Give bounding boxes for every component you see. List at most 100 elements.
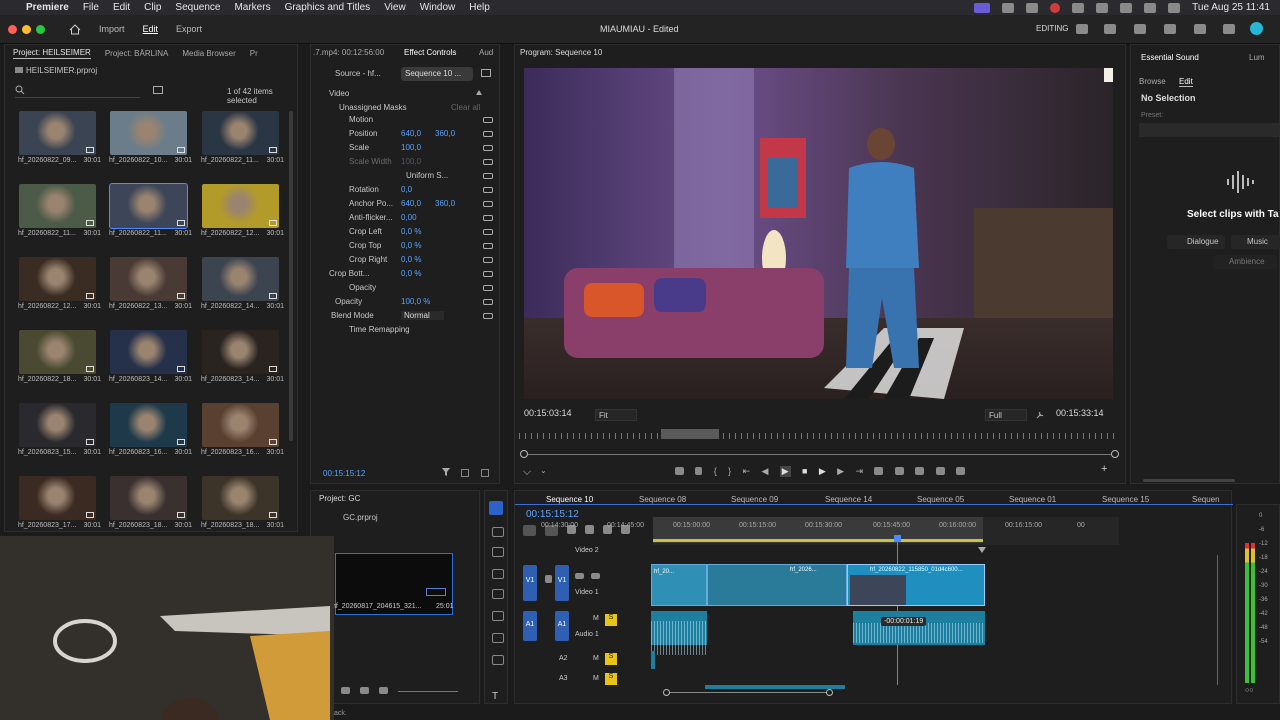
reset-parameter-icon[interactable] xyxy=(483,313,493,319)
current-timecode[interactable]: 00:15:03:14 xyxy=(524,408,572,418)
reset-parameter-icon[interactable] xyxy=(483,215,493,221)
nest-icon[interactable] xyxy=(523,525,536,536)
media-thumbnail[interactable] xyxy=(110,330,187,374)
menu-clip[interactable]: Clip xyxy=(144,2,161,13)
mode-label[interactable]: EDITING xyxy=(1036,24,1068,33)
tab-media-browser[interactable]: Media Browser xyxy=(182,49,235,58)
effect-property-value[interactable]: 100,0 xyxy=(401,157,421,166)
project-scrollbar[interactable] xyxy=(289,111,293,441)
list-view-icon[interactable] xyxy=(341,687,350,694)
wifi-icon[interactable] xyxy=(1120,2,1133,13)
menu-help[interactable]: Help xyxy=(469,2,490,13)
play-in-to-out-icon[interactable]: ▶ xyxy=(779,465,791,477)
tab-sequence[interactable]: Sequen xyxy=(1192,495,1220,504)
share-icon[interactable] xyxy=(1104,24,1116,34)
search-icon[interactable] xyxy=(1144,2,1157,13)
add-marker-icon[interactable] xyxy=(695,467,703,475)
target-track-a1[interactable]: A1 xyxy=(555,611,569,641)
tab-project-barlina[interactable]: Project: BÄRLINA xyxy=(105,49,169,58)
effect-property-row[interactable]: Rotation 0,0 xyxy=(311,185,501,197)
mini-timeline-ruler[interactable] xyxy=(519,429,1119,443)
media-thumbnail[interactable] xyxy=(202,184,279,228)
scrub-start-handle[interactable] xyxy=(520,450,528,458)
reset-parameter-icon[interactable] xyxy=(483,285,493,291)
project-gc-title[interactable]: Project: GC xyxy=(319,494,360,503)
media-thumbnail[interactable] xyxy=(19,111,96,155)
media-thumbnail[interactable] xyxy=(202,476,279,520)
button-editor-icon[interactable]: + xyxy=(1101,463,1107,475)
target-track-v1[interactable]: V1 xyxy=(555,565,569,601)
reset-parameter-icon[interactable] xyxy=(483,201,493,207)
menu-graphics[interactable]: Graphics and Titles xyxy=(285,2,371,13)
tab-audio[interactable]: Aud xyxy=(479,48,493,57)
effect-property-row[interactable]: Blend Mode Normal xyxy=(311,311,501,323)
close-window-button[interactable] xyxy=(8,24,17,34)
workspace-import[interactable]: Import xyxy=(99,24,125,34)
tab-sequence[interactable]: Sequence 08 xyxy=(639,495,686,504)
effect-property-value[interactable]: 0,0 xyxy=(401,185,412,194)
reset-parameter-icon[interactable] xyxy=(483,187,493,193)
media-thumbnail[interactable] xyxy=(19,403,96,447)
minimize-window-button[interactable] xyxy=(22,24,31,34)
playhead-line[interactable] xyxy=(897,535,898,685)
slip-tool-icon[interactable] xyxy=(492,589,504,599)
menu-view[interactable]: View xyxy=(384,2,406,13)
audio-clip-2[interactable]: -00:00:01:19 xyxy=(853,611,985,645)
menubar-clock[interactable]: Tue Aug 25 11:41 xyxy=(1192,2,1270,13)
comparison-view-icon[interactable] xyxy=(935,467,945,475)
media-thumbnail[interactable] xyxy=(19,257,96,301)
display-icon[interactable] xyxy=(1002,2,1015,13)
scrub-end-handle[interactable] xyxy=(1111,450,1119,458)
creative-cloud-icon[interactable] xyxy=(1026,2,1039,13)
rectangle-tool-icon[interactable] xyxy=(492,633,504,643)
effect-property-row[interactable]: Crop Right 0,0 % xyxy=(311,255,501,267)
effect-controls-timecode[interactable]: 00:15:15:12 xyxy=(323,469,365,478)
reset-parameter-icon[interactable] xyxy=(483,257,493,263)
selection-tool-icon[interactable] xyxy=(489,501,503,515)
expand-icon[interactable] xyxy=(481,469,489,477)
effect-property-value[interactable]: 0,0 % xyxy=(401,269,421,278)
mute-a2-button[interactable]: M xyxy=(593,655,599,662)
fit-dropdown[interactable]: Fit xyxy=(595,409,637,421)
timeline-timecode[interactable]: 00:15:15:12 xyxy=(526,509,579,520)
wrench-icon[interactable] xyxy=(1035,410,1045,420)
menu-window[interactable]: Window xyxy=(420,2,456,13)
effect-property-row[interactable]: Opacity xyxy=(311,283,501,295)
track-select-tool-icon[interactable] xyxy=(492,527,504,537)
sync-lock-icon[interactable] xyxy=(575,573,584,579)
effect-property-row[interactable]: Crop Bott... 0,0 % xyxy=(311,269,501,281)
reset-parameter-icon[interactable] xyxy=(483,131,493,137)
add-marker-icon[interactable] xyxy=(585,525,594,534)
quality-dropdown[interactable]: Full xyxy=(985,409,1027,421)
video-clip-3[interactable]: hf_20260822_115850_01d4c600... xyxy=(847,564,985,606)
layout-icon[interactable] xyxy=(1076,24,1088,34)
play-icon[interactable]: ▶ xyxy=(819,466,826,477)
effect-property-value[interactable]: 0,0 % xyxy=(401,255,421,264)
camera-icon[interactable] xyxy=(915,467,925,475)
audio-clip-1[interactable] xyxy=(651,611,707,655)
effect-property-value[interactable]: 0,0 % xyxy=(401,241,421,250)
reset-parameter-icon[interactable] xyxy=(483,117,493,123)
effect-property-row[interactable]: Uniform S... xyxy=(311,171,501,183)
source-patch-v1[interactable]: V1 xyxy=(523,565,537,601)
timeline-v-scrollbar[interactable] xyxy=(1217,555,1218,685)
home-icon[interactable] xyxy=(69,23,81,35)
effect-property-row[interactable]: Motion xyxy=(311,115,501,127)
effect-property-value[interactable]: 100,0 % xyxy=(401,297,430,306)
razor-tool-icon[interactable] xyxy=(492,569,504,579)
audio-clip-a2[interactable] xyxy=(651,651,655,669)
essential-sound-scrollbar[interactable] xyxy=(1143,479,1235,482)
tab-project-heilseimer[interactable]: Project: HEILSEIMER xyxy=(13,48,91,59)
control-center-icon[interactable] xyxy=(1168,2,1181,13)
effect-property-row[interactable]: Opacity 100,0 % xyxy=(311,297,501,309)
effect-property-value[interactable]: 100,0 xyxy=(401,143,421,152)
tab-sequence[interactable]: Sequence 01 xyxy=(1009,495,1056,504)
ambience-button[interactable]: Ambience xyxy=(1213,255,1277,269)
new-bin-icon[interactable] xyxy=(153,86,163,94)
pen-tool-icon[interactable] xyxy=(492,611,504,621)
lift-icon[interactable] xyxy=(675,467,684,475)
sequence-chip[interactable]: Sequence 10 ... xyxy=(401,67,473,81)
step-back-icon[interactable]: ◀ xyxy=(761,466,768,477)
tab-overflow[interactable]: Pr xyxy=(250,49,258,58)
reset-parameter-icon[interactable] xyxy=(483,159,493,165)
